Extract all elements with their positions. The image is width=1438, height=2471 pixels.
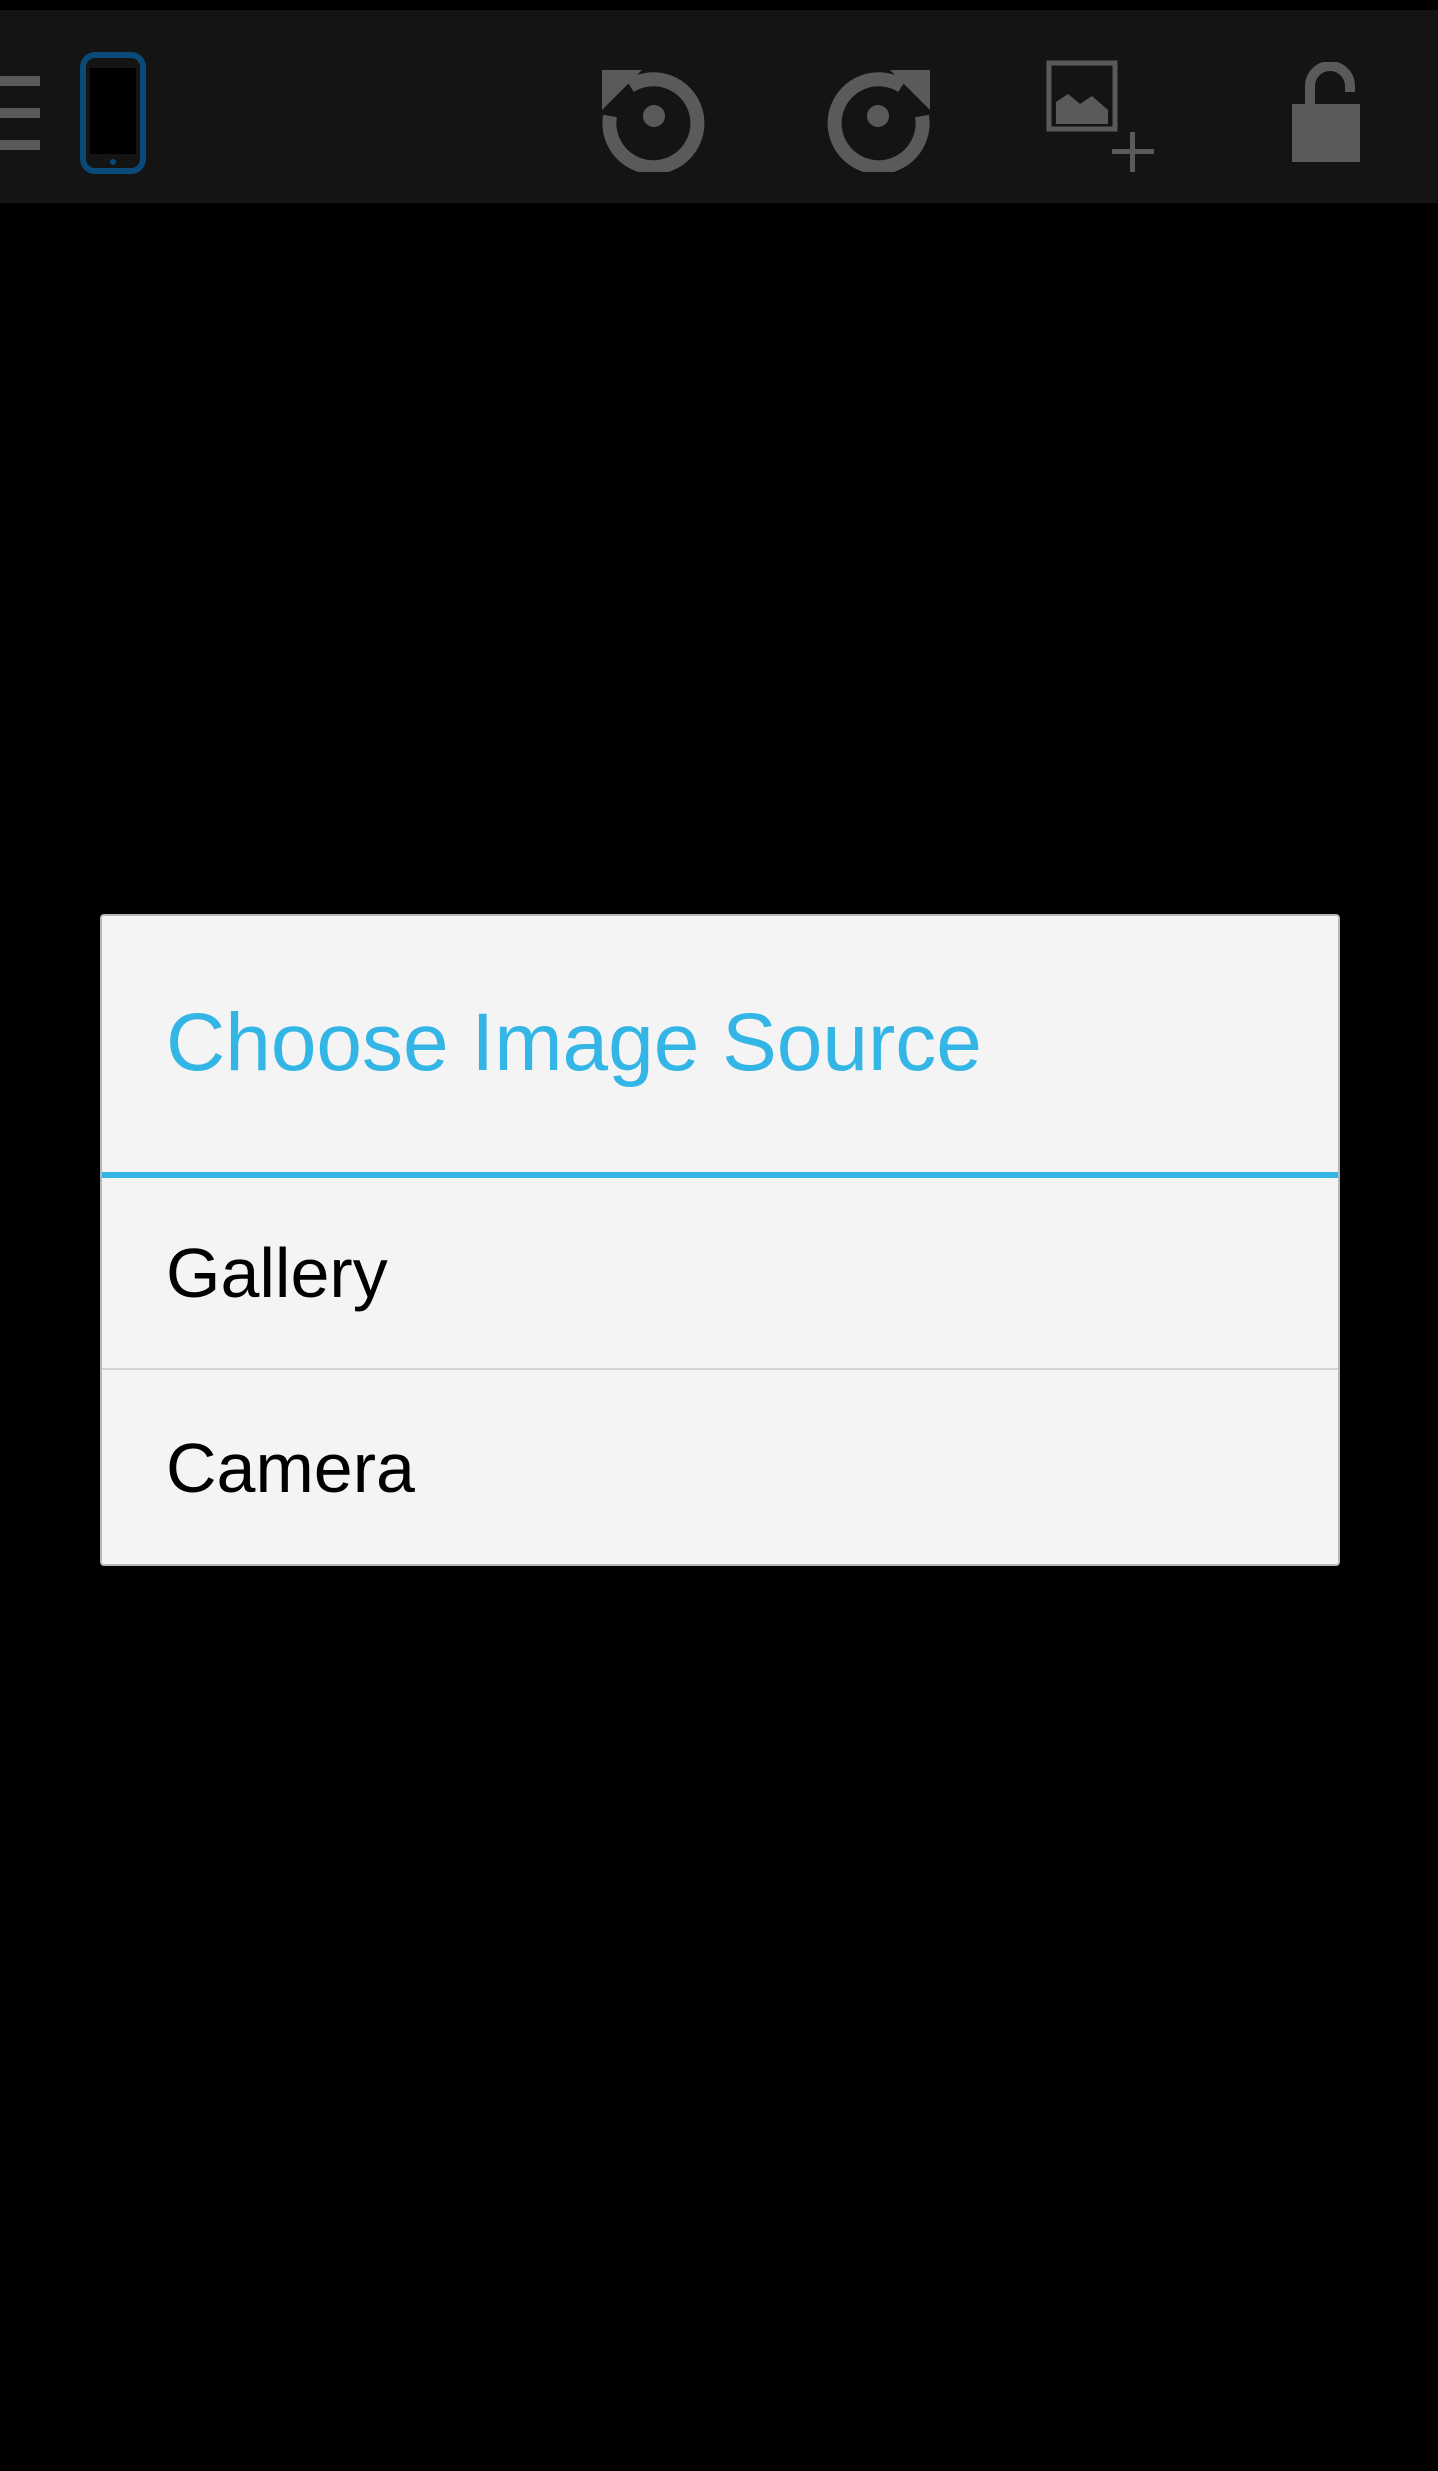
add-image-icon[interactable] — [1046, 60, 1162, 172]
status-bar — [0, 0, 1438, 10]
screen: Choose Image Source Gallery Camera — [0, 0, 1438, 2471]
gallery-option-label: Gallery — [166, 1234, 388, 1312]
phone-icon[interactable] — [80, 52, 146, 174]
dialog-title: Choose Image Source — [166, 997, 982, 1088]
lock-icon[interactable] — [1288, 62, 1364, 166]
camera-option[interactable]: Camera — [102, 1372, 1338, 1564]
choose-image-source-dialog: Choose Image Source Gallery Camera — [100, 914, 1340, 1566]
toolbar — [0, 10, 1438, 203]
camera-option-label: Camera — [166, 1429, 415, 1507]
menu-icon[interactable] — [0, 76, 44, 152]
undo-icon[interactable] — [598, 60, 710, 172]
gallery-option[interactable]: Gallery — [102, 1178, 1338, 1370]
redo-icon[interactable] — [822, 60, 934, 172]
